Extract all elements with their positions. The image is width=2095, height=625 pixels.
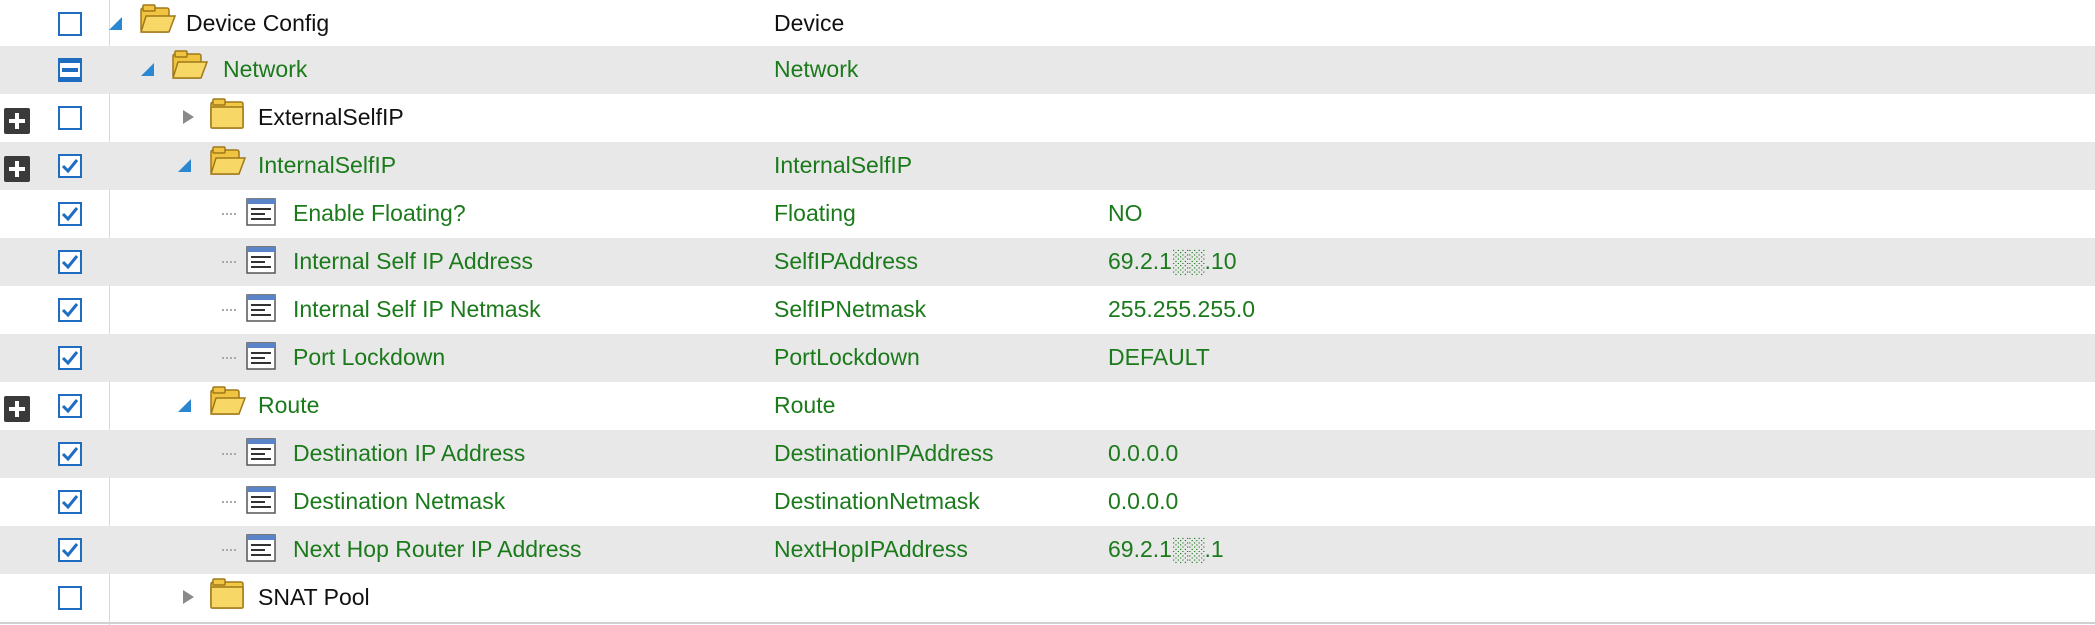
property-icon [246, 342, 276, 370]
divider [0, 622, 2095, 624]
row-key: PortLockdown [774, 344, 920, 370]
row-name: SNAT Pool [258, 584, 370, 610]
expanded-triangle-icon[interactable] [175, 156, 193, 174]
checkbox-checked[interactable] [58, 298, 82, 322]
folder-icon [210, 578, 244, 609]
row-value[interactable]: DEFAULT [1108, 334, 1210, 380]
tree-row-next-hop-router-ip-address[interactable]: Next Hop Router IP Address NextHopIPAddr… [0, 526, 2095, 574]
row-name: Port Lockdown [293, 344, 446, 370]
row-value[interactable]: 69.2.1░░.1 [1108, 526, 1224, 572]
tree-connector [222, 453, 236, 457]
expanded-triangle-icon[interactable] [106, 14, 124, 32]
row-name: Route [258, 392, 320, 418]
property-icon [246, 534, 276, 562]
checkbox-checked[interactable] [58, 538, 82, 562]
property-icon [246, 198, 276, 226]
add-icon[interactable] [4, 396, 30, 422]
row-value[interactable]: 69.2.1░░.10 [1108, 238, 1237, 284]
row-key: SelfIPAddress [774, 248, 919, 274]
tree-connector [222, 549, 236, 553]
row-name: Enable Floating? [293, 200, 466, 226]
checkbox-partial[interactable] [58, 58, 82, 82]
open-folder-icon [139, 4, 177, 33]
checkbox-checked[interactable] [58, 202, 82, 226]
tree-row-network[interactable]: Network Network [0, 46, 2095, 94]
checkbox-checked[interactable] [58, 250, 82, 274]
property-icon [246, 294, 276, 322]
row-name: InternalSelfIP [258, 152, 397, 178]
tree-row-internalselfip[interactable]: InternalSelfIP InternalSelfIP [0, 142, 2095, 190]
row-name: Internal Self IP Netmask [293, 296, 541, 322]
row-name: Device Config [186, 10, 330, 36]
property-icon [246, 246, 276, 274]
row-name: ExternalSelfIP [258, 104, 404, 130]
property-icon [246, 438, 276, 466]
checkbox-checked[interactable] [58, 442, 82, 466]
row-name: Network [223, 56, 308, 82]
checkbox-unchecked[interactable] [58, 12, 82, 36]
checkbox-checked[interactable] [58, 346, 82, 370]
tree-connector [222, 213, 236, 217]
row-key: DestinationNetmask [774, 488, 980, 514]
row-value[interactable]: 255.255.255.0 [1108, 286, 1255, 332]
row-value[interactable]: 0.0.0.0 [1108, 478, 1178, 524]
checkbox-checked[interactable] [58, 490, 82, 514]
row-key: DestinationIPAddress [774, 440, 994, 466]
tree-row-internal-self-ip-address[interactable]: Internal Self IP Address SelfIPAddress 6… [0, 238, 2095, 286]
tree-row-port-lockdown[interactable]: Port Lockdown PortLockdown DEFAULT [0, 334, 2095, 382]
tree-row-device-config[interactable]: Device Config Device [0, 0, 2095, 48]
row-key: Network [774, 56, 859, 82]
expanded-triangle-icon[interactable] [138, 60, 156, 78]
row-key: Device [774, 10, 845, 36]
open-folder-icon [209, 146, 247, 175]
tree-connector [222, 309, 236, 313]
row-name: Destination Netmask [293, 488, 506, 514]
checkbox-checked[interactable] [58, 394, 82, 418]
tree-row-enable-floating[interactable]: Enable Floating? Floating NO [0, 190, 2095, 238]
row-key: Floating [774, 200, 856, 226]
tree-row-destination-ip-address[interactable]: Destination IP Address DestinationIPAddr… [0, 430, 2095, 478]
row-name: Internal Self IP Address [293, 248, 533, 274]
open-folder-icon [209, 386, 247, 415]
collapsed-triangle-icon[interactable] [179, 108, 197, 126]
tree-row-route[interactable]: Route Route [0, 382, 2095, 430]
tree-row-externalselfip[interactable]: ExternalSelfIP [0, 94, 2095, 142]
row-name: Next Hop Router IP Address [293, 536, 582, 562]
folder-icon [210, 98, 244, 129]
row-key: NextHopIPAddress [774, 536, 968, 562]
tree-row-internal-self-ip-netmask[interactable]: Internal Self IP Netmask SelfIPNetmask 2… [0, 286, 2095, 334]
checkbox-unchecked[interactable] [58, 586, 82, 610]
tree-row-snat-pool[interactable]: SNAT Pool [0, 574, 2095, 622]
row-key: Route [774, 392, 836, 418]
row-value[interactable]: 0.0.0.0 [1108, 430, 1178, 476]
row-value[interactable]: NO [1108, 190, 1143, 236]
tree-connector [222, 501, 236, 505]
checkbox-checked[interactable] [58, 154, 82, 178]
open-folder-icon [171, 50, 209, 79]
tree-connector [222, 261, 236, 265]
add-icon[interactable] [4, 108, 30, 134]
checkbox-unchecked[interactable] [58, 106, 82, 130]
property-icon [246, 486, 276, 514]
tree-connector [222, 357, 236, 361]
add-icon[interactable] [4, 156, 30, 182]
tree-row-destination-netmask[interactable]: Destination Netmask DestinationNetmask 0… [0, 478, 2095, 526]
expanded-triangle-icon[interactable] [175, 396, 193, 414]
row-key: SelfIPNetmask [774, 296, 927, 322]
collapsed-triangle-icon[interactable] [179, 588, 197, 606]
row-key: InternalSelfIP [774, 152, 913, 178]
row-name: Destination IP Address [293, 440, 526, 466]
